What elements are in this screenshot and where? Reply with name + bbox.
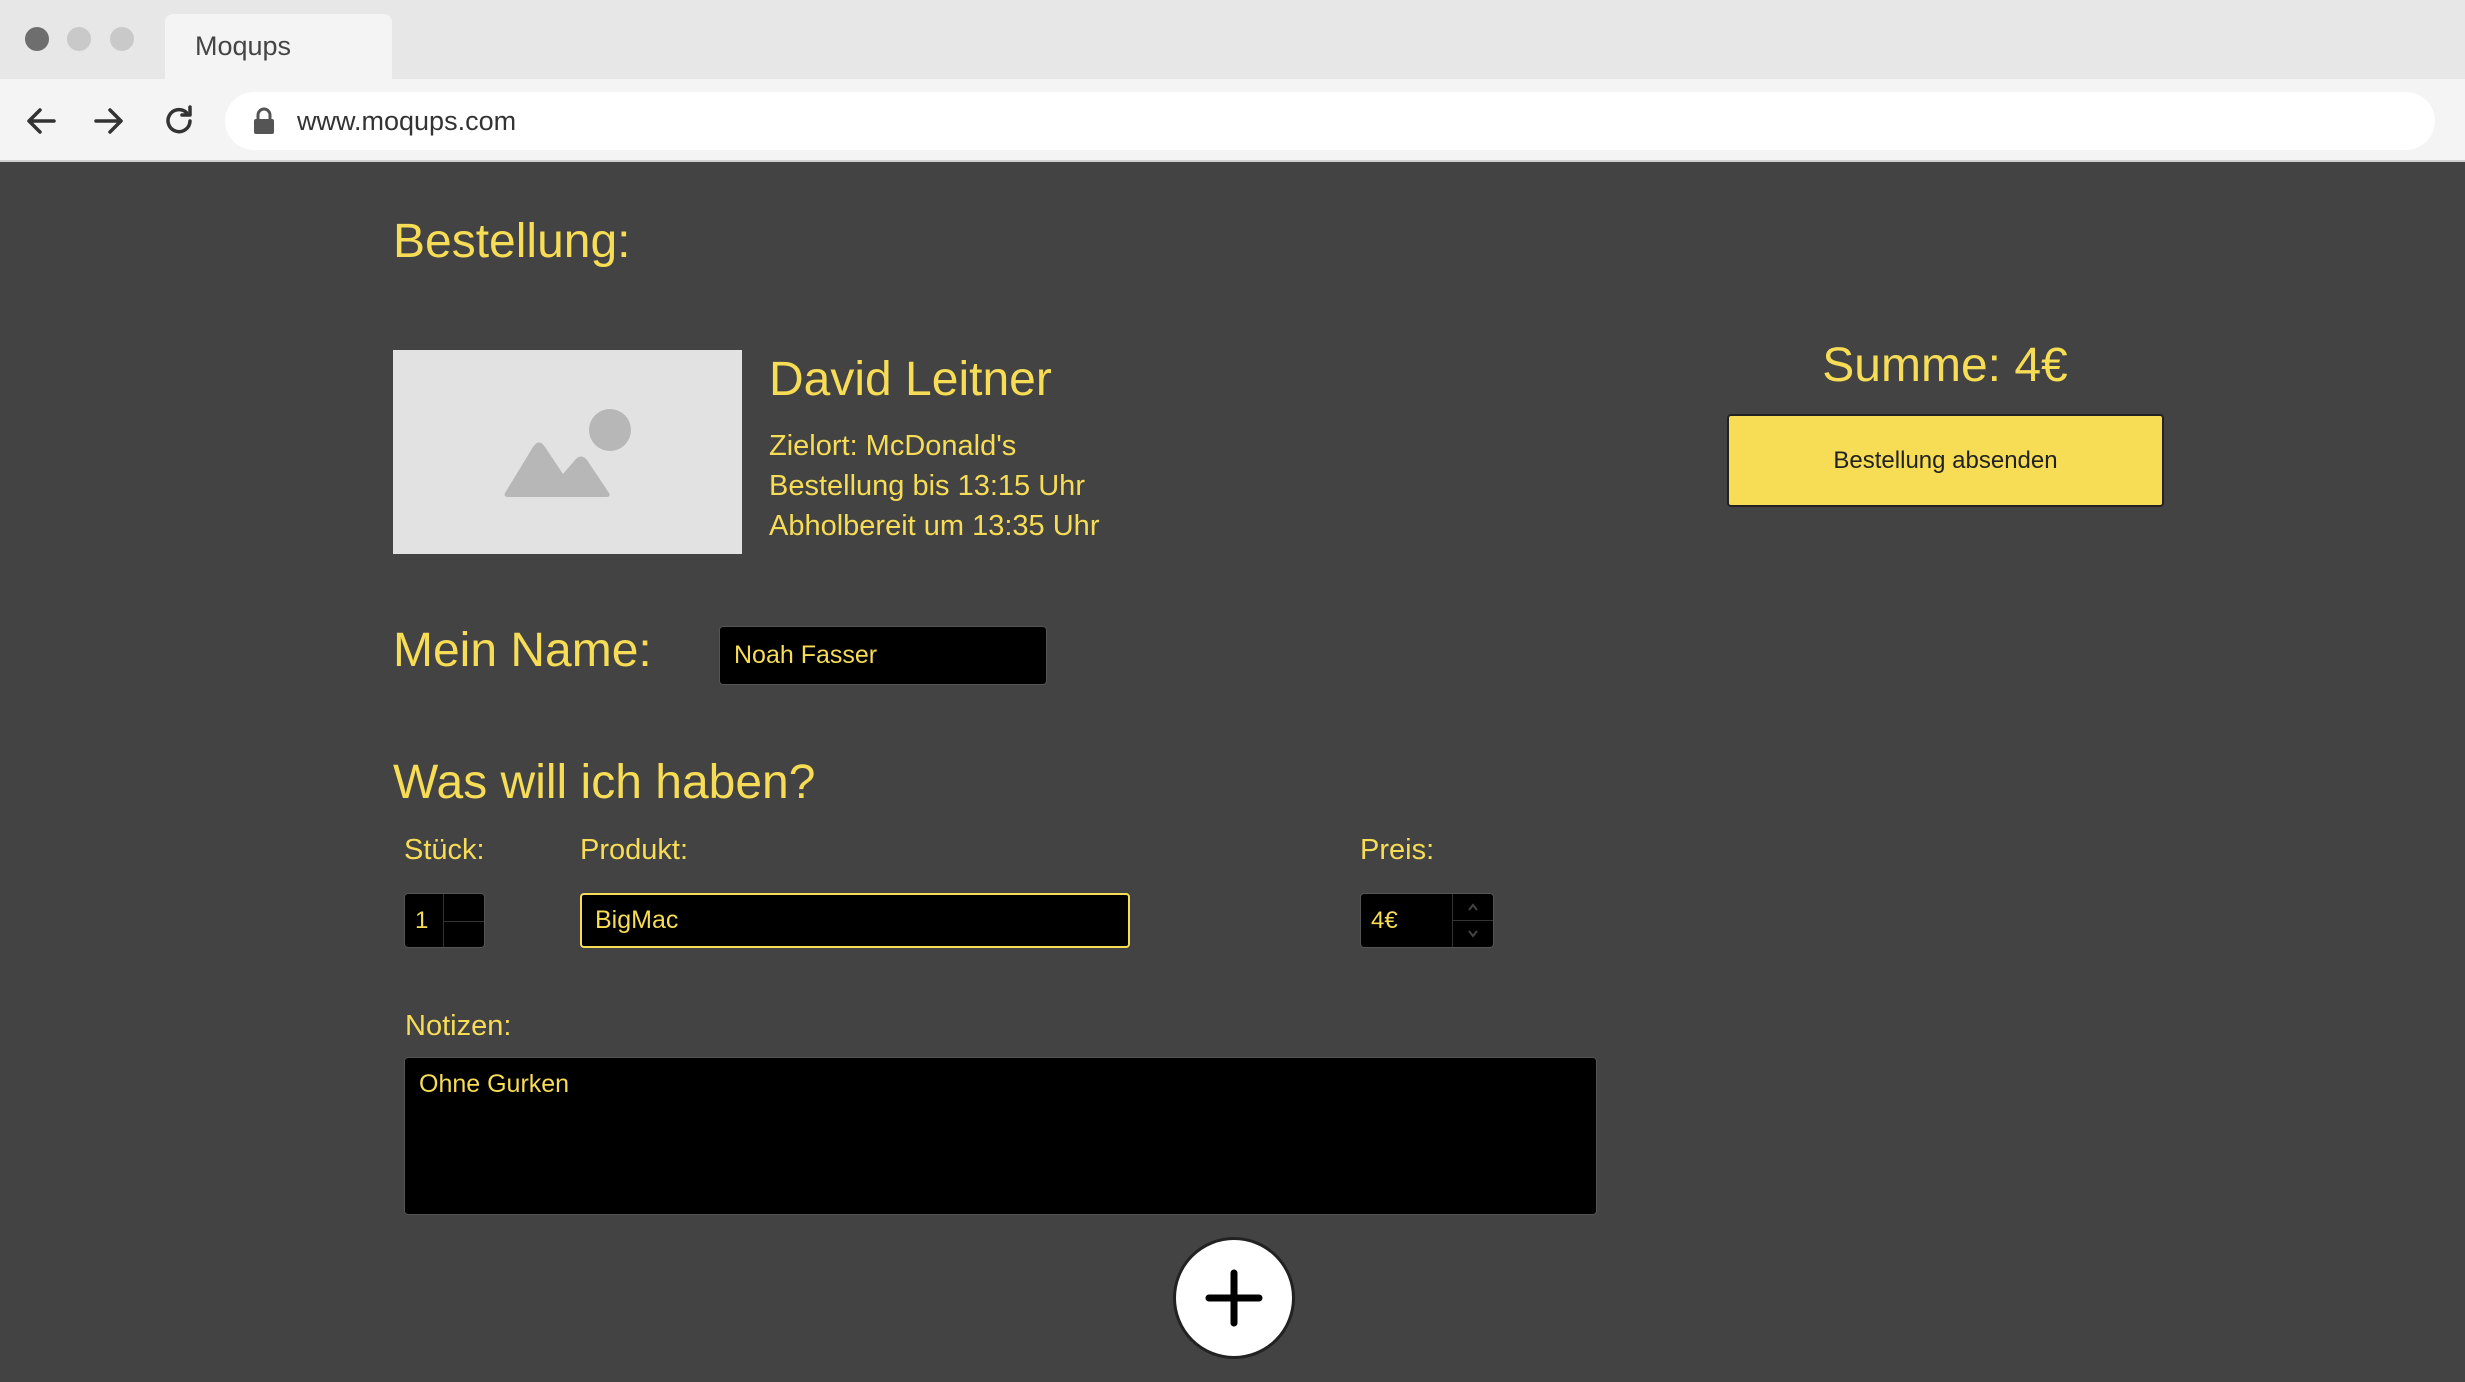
order-pickup-time: Abholbereit um 13:35 Uhr	[769, 510, 1100, 542]
window-maximize-dot[interactable]	[110, 27, 134, 51]
plus-icon	[1205, 1269, 1263, 1327]
address-bar[interactable]: www.moqups.com	[225, 92, 2435, 150]
forward-arrow-icon[interactable]	[86, 99, 130, 143]
browser-tab[interactable]: Moqups	[165, 14, 392, 79]
window-close-dot[interactable]	[25, 27, 49, 51]
back-arrow-icon[interactable]	[20, 99, 64, 143]
url-text: www.moqups.com	[297, 106, 517, 136]
browser-toolbar: www.moqups.com	[0, 79, 2465, 160]
product-label: Produkt:	[580, 834, 688, 866]
price-spin-buttons[interactable]	[1452, 894, 1493, 947]
quantity-spin-buttons[interactable]	[443, 894, 484, 947]
item-heading: Was will ich haben?	[393, 756, 816, 809]
notes-label: Notizen:	[405, 1010, 512, 1042]
product-input[interactable]: BigMac	[580, 893, 1130, 948]
order-sum: Summe: 4€	[1822, 339, 2068, 392]
order-deadline: Bestellung bis 13:15 Uhr	[769, 470, 1085, 502]
reload-icon[interactable]	[157, 99, 201, 143]
chrome-divider	[0, 160, 2465, 162]
submit-order-button[interactable]: Bestellung absenden	[1727, 414, 2164, 507]
image-placeholder-icon	[504, 409, 631, 497]
price-value: 4€	[1371, 907, 1398, 934]
spin-arrows-icon	[1453, 903, 1493, 938]
quantity-value: 1	[415, 907, 429, 934]
price-stepper[interactable]: 4€	[1360, 893, 1494, 948]
add-item-button[interactable]	[1173, 1237, 1295, 1359]
quantity-label: Stück:	[404, 834, 485, 866]
order-person-name: David Leitner	[769, 353, 1052, 406]
lock-icon	[254, 107, 274, 134]
window-minimize-dot[interactable]	[67, 27, 91, 51]
notes-textarea[interactable]: Ohne Gurken	[404, 1057, 1597, 1215]
price-label: Preis:	[1360, 834, 1435, 866]
my-name-label: Mein Name:	[393, 624, 652, 677]
order-heading: Bestellung:	[393, 215, 631, 268]
quantity-stepper[interactable]: 1	[404, 893, 485, 948]
browser-tab-bar: Moqups	[0, 0, 2465, 79]
order-destination: Zielort: McDonald's	[769, 430, 1017, 462]
image-placeholder	[393, 350, 742, 554]
my-name-input[interactable]: Noah Fasser	[719, 626, 1047, 685]
